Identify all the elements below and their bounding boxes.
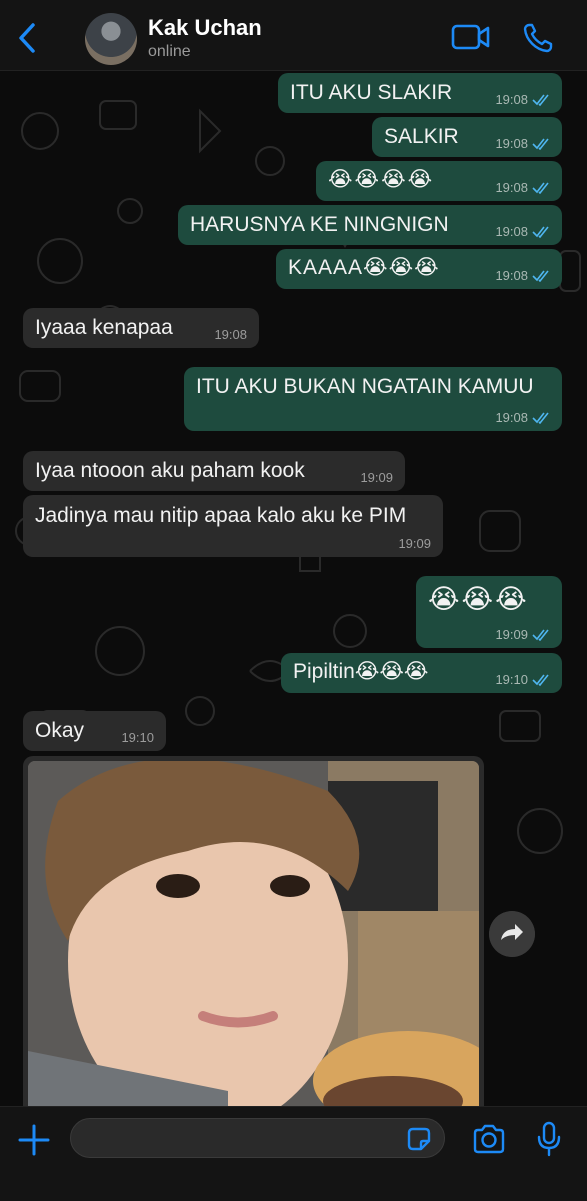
plus-icon[interactable]	[17, 1123, 51, 1157]
message-text: ITU AKU BUKAN NGATAIN KAMUU	[196, 375, 534, 398]
message-bubble-outgoing[interactable]: 😭😭😭😭 19:08	[316, 161, 562, 201]
message-text: 😭😭😭	[428, 584, 529, 614]
message-text: Okay	[35, 719, 85, 742]
double-check-icon	[532, 182, 549, 194]
message-meta: 19:08	[495, 93, 550, 106]
message-meta: 19:09	[360, 471, 393, 484]
message-bubble-outgoing[interactable]: KAAAA😭😭😭 19:08	[276, 249, 562, 289]
message-input[interactable]	[70, 1118, 445, 1158]
message-text: Iyaa ntooon aku paham kook	[35, 459, 305, 482]
message-bubble-outgoing[interactable]: HARUSNYA KE NINGNIGN 19:08	[178, 205, 562, 245]
sticker-icon[interactable]	[405, 1125, 433, 1153]
message-meta: 19:09	[495, 628, 550, 641]
message-text: ITU AKU SLAKIR	[290, 81, 453, 104]
message-bubble-incoming[interactable]: Iyaa ntooon aku paham kook 19:09	[23, 451, 405, 491]
microphone-icon[interactable]	[536, 1121, 562, 1157]
message-time: 19:09	[398, 536, 431, 551]
phone-icon[interactable]	[522, 22, 554, 54]
message-bubble-outgoing[interactable]: ITU AKU SLAKIR 19:08	[278, 73, 562, 113]
message-time: 19:08	[495, 92, 528, 107]
message-meta: 19:08	[495, 411, 550, 424]
message-time: 19:08	[495, 180, 528, 195]
message-text: Pipiltin😭😭😭	[293, 660, 429, 683]
double-check-icon	[532, 226, 549, 238]
message-meta: 19:08	[495, 181, 550, 194]
contact-status: online	[148, 43, 191, 60]
photo-message[interactable]	[23, 756, 484, 1106]
message-text: Iyaaa kenapaa	[35, 316, 173, 339]
video-camera-icon[interactable]	[451, 22, 491, 52]
double-check-icon	[532, 412, 549, 424]
message-text: HARUSNYA KE NINGNIGN	[190, 213, 449, 236]
composer-bar	[0, 1106, 587, 1201]
message-meta: 19:10	[121, 731, 154, 744]
double-check-icon	[532, 674, 549, 686]
chat-area[interactable]: ITU AKU SLAKIR 19:08 SALKIR 19:08 😭😭😭😭 1…	[0, 71, 587, 1106]
message-time: 19:08	[495, 268, 528, 283]
message-bubble-incoming[interactable]: Iyaaa kenapaa 19:08	[23, 308, 259, 348]
message-meta: 19:08	[495, 137, 550, 150]
message-time: 19:10	[495, 672, 528, 687]
message-meta: 19:10	[495, 673, 550, 686]
message-time: 19:08	[495, 410, 528, 425]
double-check-icon	[532, 138, 549, 150]
double-check-icon	[532, 270, 549, 282]
message-bubble-incoming[interactable]: Jadinya mau nitip apaa kalo aku ke PIM 1…	[23, 495, 443, 557]
message-bubble-outgoing[interactable]: 😭😭😭 19:09	[416, 576, 562, 648]
message-text: 😭😭😭😭	[328, 168, 435, 191]
selfie-photo[interactable]	[28, 761, 479, 1106]
double-check-icon	[532, 629, 549, 641]
double-check-icon	[532, 94, 549, 106]
message-time: 19:08	[495, 224, 528, 239]
message-time: 19:10	[121, 730, 154, 745]
message-bubble-outgoing[interactable]: Pipiltin😭😭😭 19:10	[281, 653, 562, 693]
message-meta: 19:08	[495, 225, 550, 238]
chevron-left-icon[interactable]	[14, 20, 40, 56]
message-text: KAAAA😭😭😭	[288, 256, 440, 279]
message-time: 19:09	[495, 627, 528, 642]
message-time: 19:08	[214, 327, 247, 342]
message-text: SALKIR	[384, 125, 459, 148]
message-bubble-incoming[interactable]: Okay 19:10	[23, 711, 166, 751]
message-meta: 19:08	[495, 269, 550, 282]
message-meta: 19:09	[398, 537, 431, 550]
camera-icon[interactable]	[472, 1124, 506, 1154]
message-bubble-outgoing[interactable]: ITU AKU BUKAN NGATAIN KAMUU 19:08	[184, 367, 562, 431]
avatar[interactable]	[85, 13, 137, 65]
message-bubble-outgoing[interactable]: SALKIR 19:08	[372, 117, 562, 157]
forward-arrow-icon[interactable]	[489, 911, 535, 957]
message-text: Jadinya mau nitip apaa kalo aku ke PIM	[35, 504, 407, 527]
contact-name[interactable]: Kak Uchan	[148, 15, 262, 41]
message-time: 19:09	[360, 470, 393, 485]
chat-header: Kak Uchan online	[0, 0, 587, 71]
message-meta: 19:08	[214, 328, 247, 341]
message-time: 19:08	[495, 136, 528, 151]
